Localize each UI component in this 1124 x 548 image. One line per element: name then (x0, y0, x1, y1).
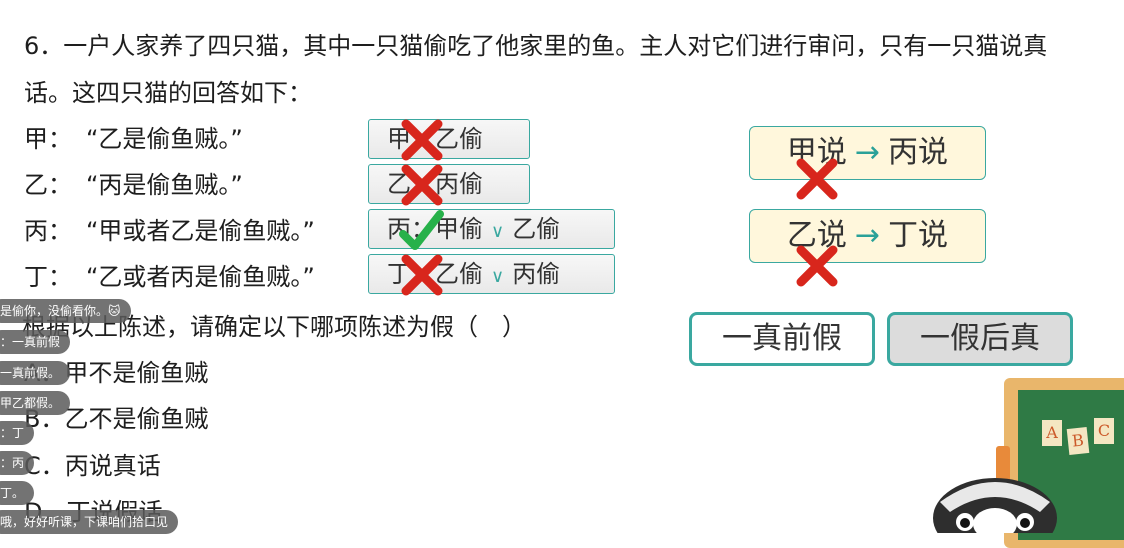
statement-speaker: 丙： (24, 217, 72, 245)
chip-jia: 甲：乙偷 (368, 119, 530, 159)
letter-card: C (1094, 418, 1114, 444)
logic-box-yi-ding: 乙说 → 丁说 (749, 209, 986, 263)
or-symbol: ∨ (491, 266, 505, 287)
letter-card: B (1066, 427, 1090, 455)
cross-mark-icon (796, 245, 838, 287)
arrow-right-icon: → (854, 135, 881, 170)
question-line-1: 6．一户人家养了四只猫，其中一只猫偷吃了他家里的鱼。主人对它们进行审问，只有一只… (24, 32, 1048, 60)
cross-mark-icon (401, 164, 443, 206)
cross-mark-icon (401, 119, 443, 161)
question-line-2: 话。这四只猫的回答如下： (24, 79, 312, 107)
logic-right: 丁说 (888, 218, 949, 253)
option-text: 甲不是偷鱼贼 (64, 359, 209, 387)
statement-ding: 丁： “乙或者丙是偷鱼贼。” (24, 262, 315, 292)
chat-message: ：丙 (0, 451, 35, 475)
statement-text: “甲或者乙是偷鱼贼。” (86, 217, 315, 245)
chat-message: 是偷你，没偷看你。🐱 (0, 299, 131, 323)
check-mark-icon (399, 210, 444, 250)
cross-mark-icon (796, 158, 838, 200)
statement-bing: 丙： “甲或者乙是偷鱼贼。” (24, 216, 315, 246)
option-text: 乙不是偷鱼贼 (64, 405, 209, 433)
cat-mascot-icon (933, 478, 1057, 533)
chip-claim-b: 乙偷 (512, 215, 561, 243)
chat-message: 甲乙都假。 (0, 391, 71, 415)
chip-yi: 乙：丙偷 (368, 164, 530, 204)
statement-speaker: 乙： (24, 171, 72, 199)
statement-text: “乙或者丙是偷鱼贼。” (86, 263, 315, 291)
statement-yi: 乙： “丙是偷鱼贼。” (24, 170, 243, 200)
statement-text: “乙是偷鱼贼。” (86, 125, 243, 153)
chat-message: 一真前假。 (0, 361, 71, 385)
chat-message: 哦，好好听课，下课咱们拾口见 (0, 510, 179, 534)
arrow-right-icon: → (854, 218, 881, 253)
logic-right: 丙说 (888, 135, 949, 170)
chip-claim-b: 丙偷 (512, 260, 561, 288)
one-false-back-true-button[interactable]: 一假后真 (887, 312, 1073, 366)
statement-jia: 甲： “乙是偷鱼贼。” (24, 124, 243, 154)
option-c[interactable]: C．丙说真话 (24, 451, 161, 481)
statement-text: “丙是偷鱼贼。” (86, 171, 243, 199)
or-symbol: ∨ (491, 221, 505, 242)
chat-message: ：丁 (0, 421, 35, 445)
statement-speaker: 丁： (24, 263, 72, 291)
chat-message: 丁。 (0, 481, 35, 505)
chat-message: ：一真前假 (0, 330, 71, 354)
option-text: 丙说真话 (64, 452, 161, 480)
logic-box-jia-bing: 甲说 → 丙说 (749, 126, 986, 180)
statement-speaker: 甲： (24, 125, 72, 153)
letter-card: A (1042, 420, 1062, 446)
one-true-front-false-button[interactable]: 一真前假 (689, 312, 875, 366)
cross-mark-icon (401, 254, 443, 296)
